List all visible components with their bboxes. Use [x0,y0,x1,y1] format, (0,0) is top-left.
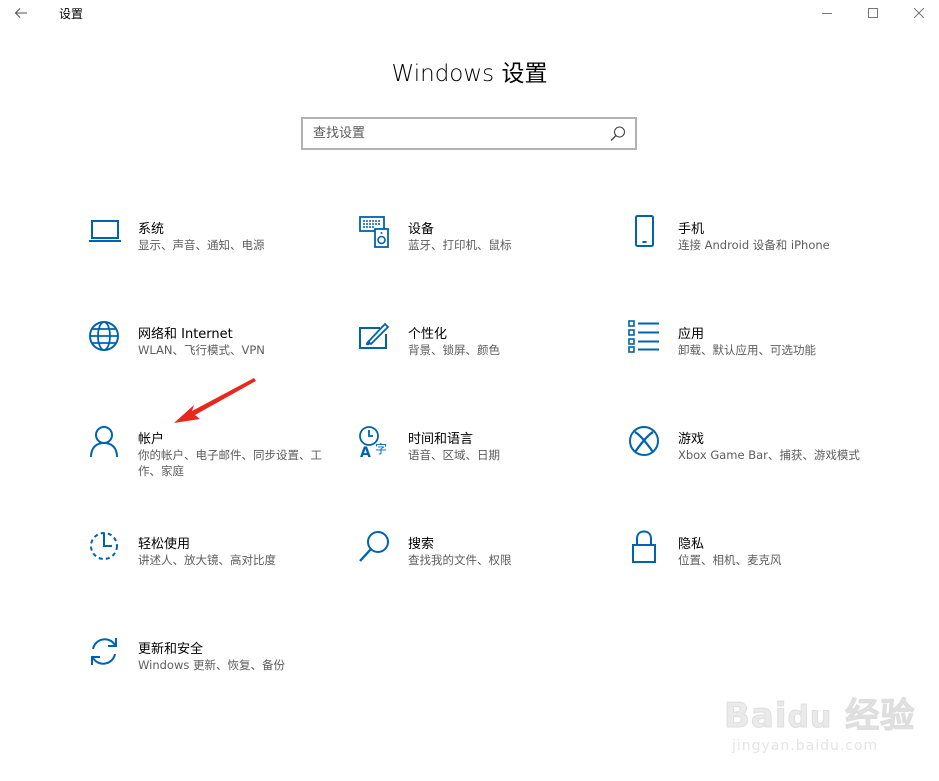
baidu-watermark: Baidu 经验 jingyan.baidu.com [723,680,924,770]
tile-title: 手机 [678,222,705,237]
search-icon [359,531,389,562]
tile-title: 游戏 [678,432,705,447]
tile-description: 背景、锁屏、颜色 [408,343,500,357]
tile-description: 语音、区域、日期 [408,448,500,462]
tile-title: 设备 [408,222,435,237]
search-input[interactable] [303,119,603,148]
tile-title: 更新和安全 [138,642,204,657]
tile-description: 位置、相机、麦克风 [678,553,782,567]
close-icon [914,8,924,18]
title-bar: 设置 [0,0,939,28]
tile-description: Windows 更新、恢复、备份 [138,658,285,672]
tile-system[interactable]: 系统 显示、声音、通知、电源 [88,215,338,295]
window-title: 设置 [59,7,84,21]
tile-description: Xbox Game Bar、捕获、游戏模式 [678,448,860,462]
svg-text:A: A [360,445,371,459]
baidu-logo: Baidu 经验 [723,696,916,737]
tile-title: 个性化 [408,327,448,342]
tile-description: WLAN、飞行模式、VPN [138,343,265,357]
maximize-button[interactable] [850,0,896,26]
tile-update-security[interactable]: 更新和安全 Windows 更新、恢复、备份 [88,635,338,715]
annotation-arrow-icon [174,378,256,423]
tile-title: 搜索 [408,537,435,552]
laptop-icon [89,220,121,242]
back-arrow-icon [14,8,27,18]
tile-apps[interactable]: 应用 卸载、默认应用、可选功能 [628,320,878,400]
tile-phone[interactable]: 手机 连接 Android 设备和 iPhone [628,215,878,295]
tile-title: 网络和 Internet [138,327,233,342]
page-title: Windows 设置 [391,61,548,87]
back-button[interactable] [8,2,34,24]
search-box[interactable] [301,117,637,150]
close-button[interactable] [896,0,939,26]
tile-description: 你的帐户、电子邮件、同步设置、工作、家庭 [138,448,322,478]
svg-text:字: 字 [375,441,387,456]
tile-description: 讲述人、放大镜、高对比度 [138,553,276,567]
phone-icon [635,215,654,247]
apps-list-icon [628,320,659,353]
devices-icon [359,216,389,248]
tile-search[interactable]: 搜索 查找我的文件、权限 [358,530,608,610]
tile-title: 隐私 [678,537,705,552]
tile-description: 查找我的文件、权限 [408,553,512,567]
personalization-icon [359,322,390,349]
maximize-icon [868,8,878,18]
tile-title: 帐户 [138,432,165,447]
sync-icon [91,638,117,665]
person-icon [90,426,118,458]
ease-of-access-icon [90,532,118,560]
tile-time-language[interactable]: A 字 时间和语言 语音、区域、日期 [358,425,608,505]
time-language-icon: A 字 [359,426,387,459]
tile-devices[interactable]: 设备 蓝牙、打印机、鼠标 [358,215,608,295]
tile-title: 时间和语言 [408,432,474,447]
tile-accounts[interactable]: 帐户 你的帐户、电子邮件、同步设置、工作、家庭 [88,425,338,505]
search-icon [610,126,626,141]
tile-description: 卸载、默认应用、可选功能 [678,343,816,357]
tile-personalization[interactable]: 个性化 背景、锁屏、颜色 [358,320,608,400]
watermark-url: jingyan.baidu.com [732,738,879,754]
minimize-button[interactable] [804,0,850,26]
lock-icon [632,530,656,563]
tile-description: 连接 Android 设备和 iPhone [678,238,830,252]
xbox-icon [629,426,659,456]
tile-ease-of-access[interactable]: 轻松使用 讲述人、放大镜、高对比度 [88,530,338,610]
tile-description: 蓝牙、打印机、鼠标 [408,238,512,252]
globe-icon [89,321,119,351]
minimize-icon [822,13,832,14]
tile-gaming[interactable]: 游戏 Xbox Game Bar、捕获、游戏模式 [628,425,878,505]
tile-title: 轻松使用 [138,537,191,552]
tile-privacy[interactable]: 隐私 位置、相机、麦克风 [628,530,878,610]
search-button[interactable] [609,125,627,143]
tile-title: 系统 [138,222,165,237]
tile-description: 显示、声音、通知、电源 [138,238,265,252]
tile-title: 应用 [678,327,705,342]
